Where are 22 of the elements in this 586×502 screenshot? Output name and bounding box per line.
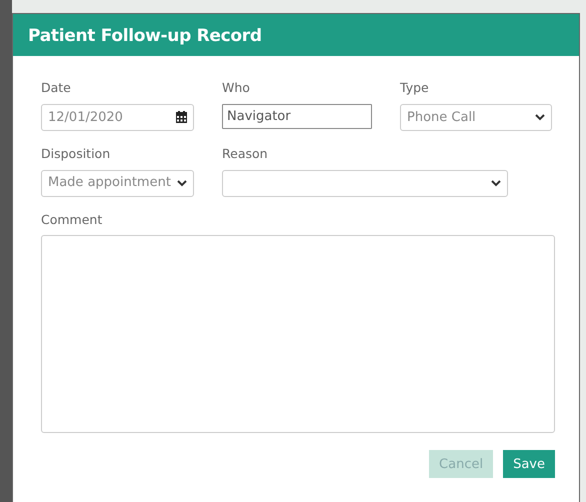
chevron-down-icon xyxy=(177,180,187,186)
date-field[interactable]: 12/01/2020 xyxy=(41,104,194,131)
field-value: Phone Call xyxy=(407,108,476,126)
input-field[interactable]: Navigator xyxy=(222,104,372,129)
select-field[interactable] xyxy=(222,170,508,196)
field-label: Disposition xyxy=(41,144,112,163)
comment-field[interactable] xyxy=(41,235,555,434)
select-field[interactable]: Phone Call xyxy=(400,104,552,131)
field-label: Date xyxy=(41,79,72,97)
field-label: Comment xyxy=(41,210,104,228)
select-field[interactable]: Made appointment xyxy=(41,170,194,196)
field-label: Who xyxy=(222,79,251,97)
chevron-down-icon xyxy=(535,114,545,121)
field-value: 12/01/2020 xyxy=(48,108,123,126)
calendar-icon xyxy=(176,111,187,124)
primary-button[interactable]: Save xyxy=(503,450,555,478)
field-label: Type xyxy=(400,79,430,97)
chevron-down-icon xyxy=(491,180,501,186)
field-value: Navigator xyxy=(227,108,291,126)
dialog-title: Patient Follow-up Record xyxy=(13,14,579,56)
field-label: Reason xyxy=(222,144,269,163)
field-value: Made appointment xyxy=(48,174,171,192)
